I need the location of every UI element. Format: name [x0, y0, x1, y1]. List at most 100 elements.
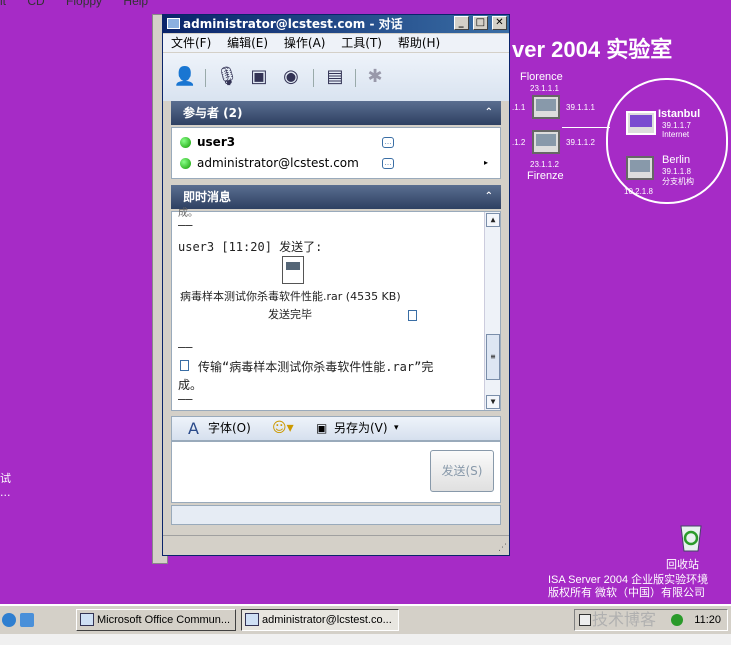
florence-computer-icon	[532, 95, 560, 119]
share-screen-icon[interactable]: ▣	[247, 65, 271, 89]
florence-label: Florence	[520, 71, 563, 83]
emoticon-icon[interactable]: ☺▾	[272, 417, 294, 440]
transcript-cut-line: 成。	[178, 208, 198, 219]
whiteboard-icon[interactable]: ✱	[363, 65, 387, 89]
host-menu-item[interactable]: lt	[0, 0, 6, 8]
status-bar: ⋰	[163, 535, 509, 555]
berlin-computer-icon	[626, 156, 654, 180]
file-status-text: 发送完毕	[268, 308, 312, 321]
menu-action[interactable]: 操作(A)	[284, 36, 326, 50]
transfer-line: 成。	[178, 378, 203, 392]
im-header[interactable]: 即时消息 ⌃	[171, 185, 501, 209]
florence-ip: 23.1.1.1	[530, 84, 559, 93]
file-name-text[interactable]: 病毒样本测试你杀毒软件性能.rar (4535 KB)	[180, 288, 401, 304]
rar-file-icon[interactable]	[282, 256, 304, 284]
desktop-left-label: 试	[0, 472, 11, 485]
clock[interactable]: 11:20	[694, 610, 721, 630]
participant-name: user3	[197, 135, 236, 149]
berlin-lan-ip: 10.2.1.8	[624, 187, 653, 196]
isa-caption-line: ISA Server 2004 企业版实验环境	[548, 574, 709, 586]
window-titlebar[interactable]: administrator@lcstest.com - 对话 _ □ ✕	[163, 15, 509, 33]
sender-line: user3 [11:20] 发送了:	[178, 240, 323, 254]
webcam-icon[interactable]: ◉	[279, 65, 303, 89]
toolbar-separator	[355, 69, 356, 87]
recycle-bin-icon[interactable]	[674, 520, 708, 554]
chat-bubble-icon[interactable]: …	[382, 158, 394, 169]
conversation-icon	[245, 613, 259, 626]
participants-header-label: 参与者 (2)	[183, 106, 243, 120]
ie-icon[interactable]	[2, 613, 16, 627]
conversation-window: administrator@lcstest.com - 对话 _ □ ✕ 文件(…	[162, 14, 510, 556]
florence-ip-right: 39.1.1.1	[566, 103, 595, 112]
desktop-banner: ver 2004 实验室	[512, 37, 673, 62]
im-transcript[interactable]: 成。 —— user3 [11:20] 发送了: 病毒样本测试你杀毒软件性能.r…	[171, 208, 501, 411]
berlin-label: Berlin	[662, 154, 691, 166]
menu-help[interactable]: 帮助(H)	[398, 36, 440, 50]
scroll-up-button[interactable]: ▲	[486, 213, 500, 227]
desktop-left-text: 试 ...	[0, 470, 11, 499]
resize-grip-icon[interactable]: ⋰	[498, 543, 507, 553]
participants-header[interactable]: 参与者 (2) ⌃	[171, 101, 501, 125]
keyboard-icon[interactable]	[579, 614, 591, 626]
dropdown-arrow-icon[interactable]: ▾	[394, 417, 399, 440]
participant-row[interactable]: administrator@lcstest.com	[180, 153, 359, 173]
conversation-icon	[167, 18, 180, 29]
font-button[interactable]: 字体(O)	[208, 417, 251, 440]
firenze-computer-icon	[532, 130, 560, 154]
istanbul-label: Istanbul	[658, 108, 701, 120]
host-menu-item[interactable]: Floppy	[66, 0, 102, 8]
collapse-icon[interactable]: ⌃	[485, 185, 493, 209]
menu-file[interactable]: 文件(F)	[171, 36, 211, 50]
network-line	[562, 127, 610, 128]
status-icon[interactable]	[671, 614, 683, 626]
scroll-thumb[interactable]: ≡	[486, 334, 500, 380]
menu-edit[interactable]: 编辑(E)	[227, 36, 268, 50]
minimize-button[interactable]: _	[453, 16, 469, 30]
save-as-button[interactable]: 另存为(V)	[334, 417, 388, 440]
chat-bubble-icon[interactable]: …	[382, 137, 394, 148]
transfer-line: 传输“病毒样本测试你杀毒软件性能.rar”完	[198, 360, 434, 374]
menu-tools[interactable]: 工具(T)	[341, 36, 382, 50]
message-input[interactable]: 发送(S)	[171, 441, 501, 503]
participants-list: user3 … administrator@lcstest.com … ▸	[171, 127, 501, 179]
scroll-down-button[interactable]: ▼	[486, 395, 500, 409]
quick-launch-icon[interactable]	[20, 613, 34, 627]
host-menubar: lt CD Floppy Help	[0, 0, 166, 10]
isa-caption: ISA Server 2004 企业版实验环境 版权所有 微软（中国）有限公司	[548, 574, 708, 600]
host-menu-item[interactable]: CD	[27, 0, 44, 8]
firenze-ip-right: 39.1.1.2	[566, 138, 595, 147]
close-button[interactable]: ✕	[492, 16, 507, 30]
expand-arrow-icon[interactable]: ▸	[484, 158, 488, 167]
recycle-bin-label: 回收站	[666, 559, 699, 571]
participant-row[interactable]: user3	[180, 132, 235, 152]
taskbar-item-label: Microsoft Office Commun...	[97, 614, 231, 626]
separator-line: ——	[178, 340, 193, 354]
window-menubar: 文件(F) 编辑(E) 操作(A) 工具(T) 帮助(H)	[163, 34, 509, 52]
taskbar-item-communicator[interactable]: Microsoft Office Commun...	[76, 609, 236, 631]
taskbar-item-conversation[interactable]: administrator@lcstest.co...	[241, 609, 399, 631]
im-scrollbar[interactable]: ▲ ≡ ▼	[484, 212, 500, 410]
send-button[interactable]: 发送(S)	[430, 450, 494, 492]
communicator-icon	[80, 613, 94, 626]
transfer-doc-icon	[180, 360, 189, 371]
window-toolbar: 👤 🎙 ▣ ◉ ▤ ✱	[163, 53, 509, 101]
isa-caption-line: 版权所有 微软（中国）有限公司	[548, 587, 706, 600]
firenze-label: Firenze	[527, 170, 564, 182]
window-title: administrator@lcstest.com - 对话	[183, 17, 403, 31]
microphone-icon[interactable]: 🎙	[215, 65, 239, 89]
font-icon[interactable]: A	[188, 417, 199, 440]
toolbar-separator	[205, 69, 206, 87]
separator-line: ——	[178, 392, 193, 406]
taskbar-item-label: administrator@lcstest.co...	[262, 614, 392, 626]
document-icon[interactable]: ▤	[323, 65, 347, 89]
istanbul-sub: Internet	[662, 130, 690, 139]
collapse-icon[interactable]: ⌃	[485, 101, 493, 125]
watermark-text: 技术博客	[592, 612, 657, 629]
lower-strip	[0, 634, 731, 645]
save-icon[interactable]: ▣	[316, 417, 327, 440]
maximize-button[interactable]: □	[472, 16, 488, 30]
firenze-ip-left: .1.2	[512, 138, 526, 147]
add-participant-icon[interactable]: 👤	[173, 65, 197, 89]
host-menu-item[interactable]: Help	[123, 0, 148, 8]
berlin-sub: 分支机构	[662, 177, 694, 186]
